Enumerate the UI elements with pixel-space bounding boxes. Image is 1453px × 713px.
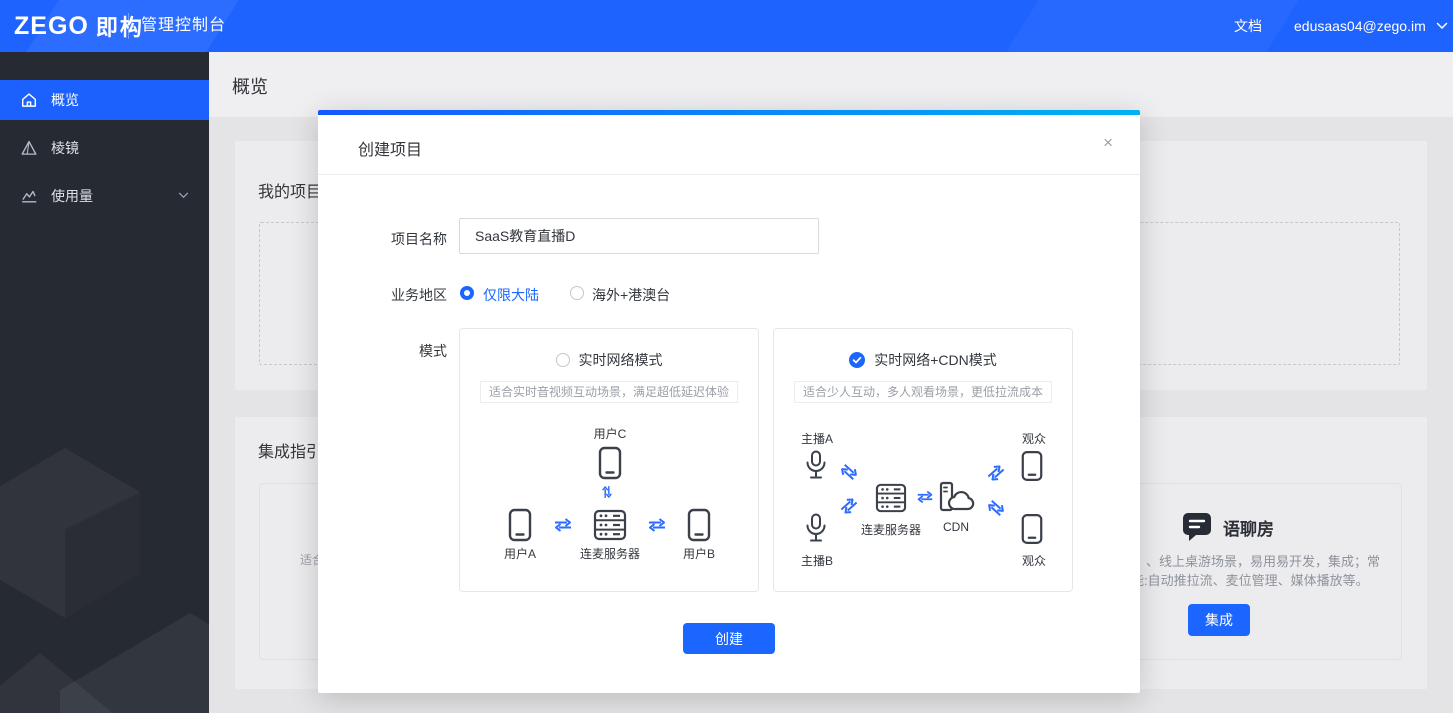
voice-room-desc-line1: 、线上桌游场景，易用易开发，集成；常 bbox=[1146, 554, 1381, 569]
usage-icon bbox=[20, 187, 38, 205]
mode-card-title: 实时网络模式 bbox=[578, 352, 663, 368]
radio-rtc-mode[interactable] bbox=[555, 353, 570, 367]
logo-text-cn: 即构 bbox=[95, 15, 144, 40]
sidebar-item-label: 棱镜 bbox=[51, 140, 79, 156]
modal-accent-bar bbox=[318, 110, 1140, 115]
chevron-down-icon[interactable] bbox=[1436, 22, 1448, 30]
swap-horizontal-icon bbox=[915, 490, 935, 504]
swap-diagonal-icon bbox=[983, 495, 1009, 520]
phone-icon bbox=[1020, 450, 1044, 482]
modal-title: 创建项目 bbox=[358, 142, 423, 159]
swap-horizontal-icon bbox=[646, 518, 668, 532]
diagram-host-a-label: 主播A bbox=[801, 432, 834, 446]
app-root: ZEGO 即构 管理控制台 文档 edusaas04@zego.im 概览 棱镜 bbox=[0, 0, 1453, 713]
mode-card-desc: 适合实时音视频互动场景，满足超低延迟体验 bbox=[480, 381, 738, 403]
server-icon bbox=[874, 483, 908, 513]
docs-link[interactable]: 文档 bbox=[1234, 0, 1262, 52]
diagram-viewer-bottom-label: 观众 bbox=[1022, 554, 1047, 568]
chevron-down-icon[interactable] bbox=[178, 192, 189, 199]
top-navbar: ZEGO 即构 管理控制台 文档 edusaas04@zego.im bbox=[0, 0, 1453, 52]
page-header-band bbox=[209, 52, 1453, 117]
diagram-user-c-label: 用户C bbox=[593, 427, 627, 441]
cdn-icon bbox=[939, 481, 975, 513]
sidebar-item-prism[interactable]: 棱镜 bbox=[0, 128, 209, 168]
voice-room-desc-line2: 能:自动推拉流、麦位管理、媒体播放等。 bbox=[1131, 573, 1369, 588]
integration-guide-title: 集成指引 bbox=[258, 444, 323, 461]
diagram-host-b-label: 主播B bbox=[801, 554, 834, 568]
mode-card-rtc[interactable]: 实时网络模式 适合实时音视频互动场景，满足超低延迟体验 用户C 用户A 连麦服务… bbox=[459, 328, 759, 592]
zego-logo[interactable]: ZEGO 即构 bbox=[14, 0, 144, 52]
region-label: 业务地区 bbox=[391, 287, 447, 303]
console-title: 管理控制台 bbox=[141, 17, 227, 34]
phone-icon bbox=[597, 446, 623, 480]
chat-bubble-icon bbox=[1179, 508, 1215, 544]
microphone-icon bbox=[805, 450, 827, 482]
project-name-input[interactable] bbox=[459, 218, 819, 254]
check-circle-icon[interactable] bbox=[849, 352, 866, 368]
create-button[interactable]: 创建 bbox=[683, 623, 775, 654]
swap-horizontal-icon bbox=[552, 518, 574, 532]
sidebar-item-label: 概览 bbox=[51, 92, 79, 108]
diagram-server-label: 连麦服务器 bbox=[860, 523, 922, 537]
account-menu[interactable]: edusaas04@zego.im bbox=[1294, 0, 1426, 52]
create-project-modal: 创建项目 × 项目名称 业务地区 仅限大陆 海外+港澳台 模式 实时网络模式 适… bbox=[318, 110, 1140, 693]
voice-room-title: 语聊房 bbox=[1223, 520, 1274, 539]
topbar-divider bbox=[128, 13, 129, 39]
sidebar-nav: 概览 棱镜 使用量 bbox=[0, 52, 209, 713]
radio-overseas[interactable] bbox=[570, 286, 584, 300]
diagram-user-b-label: 用户B bbox=[682, 547, 716, 561]
home-icon bbox=[20, 91, 38, 109]
server-icon bbox=[593, 509, 627, 541]
diagram-user-a-label: 用户A bbox=[503, 547, 537, 561]
radio-mainland-label[interactable]: 仅限大陆 bbox=[483, 285, 539, 305]
swap-diagonal-icon bbox=[983, 460, 1009, 485]
phone-icon bbox=[1020, 513, 1044, 545]
sidebar-item-overview[interactable]: 概览 bbox=[0, 80, 209, 120]
phone-icon bbox=[686, 508, 712, 542]
my-projects-title: 我的项目 bbox=[258, 184, 323, 201]
radio-overseas-label[interactable]: 海外+港澳台 bbox=[592, 285, 670, 305]
mode-card-rtc-cdn[interactable]: 实时网络+CDN模式 适合少人互动，多人观看场景，更低拉流成本 主播A 主播B … bbox=[773, 328, 1073, 592]
integrate-button[interactable]: 集成 bbox=[1188, 604, 1250, 636]
microphone-icon bbox=[805, 513, 827, 545]
diagram-viewer-top-label: 观众 bbox=[1022, 432, 1047, 446]
mode-label: 模式 bbox=[419, 343, 447, 359]
page-title: 概览 bbox=[232, 77, 268, 97]
sidebar-item-label: 使用量 bbox=[51, 188, 93, 204]
project-name-label: 项目名称 bbox=[391, 231, 447, 247]
mode-card-desc: 适合少人互动，多人观看场景，更低拉流成本 bbox=[794, 381, 1052, 403]
mode-card-title: 实时网络+CDN模式 bbox=[874, 352, 997, 368]
close-icon[interactable]: × bbox=[1103, 133, 1113, 153]
swap-vertical-icon bbox=[602, 484, 618, 506]
phone-icon bbox=[507, 508, 533, 542]
diagram-server-label: 连麦服务器 bbox=[579, 547, 641, 561]
diagram-cdn-label: CDN bbox=[943, 520, 969, 534]
swap-diagonal-icon bbox=[836, 459, 862, 484]
radio-mainland[interactable] bbox=[460, 286, 474, 300]
logo-text-en: ZEGO bbox=[14, 11, 89, 40]
modal-divider bbox=[318, 174, 1140, 175]
swap-diagonal-icon bbox=[836, 493, 862, 518]
sidebar-item-usage[interactable]: 使用量 bbox=[0, 176, 209, 216]
prism-icon bbox=[20, 139, 38, 157]
